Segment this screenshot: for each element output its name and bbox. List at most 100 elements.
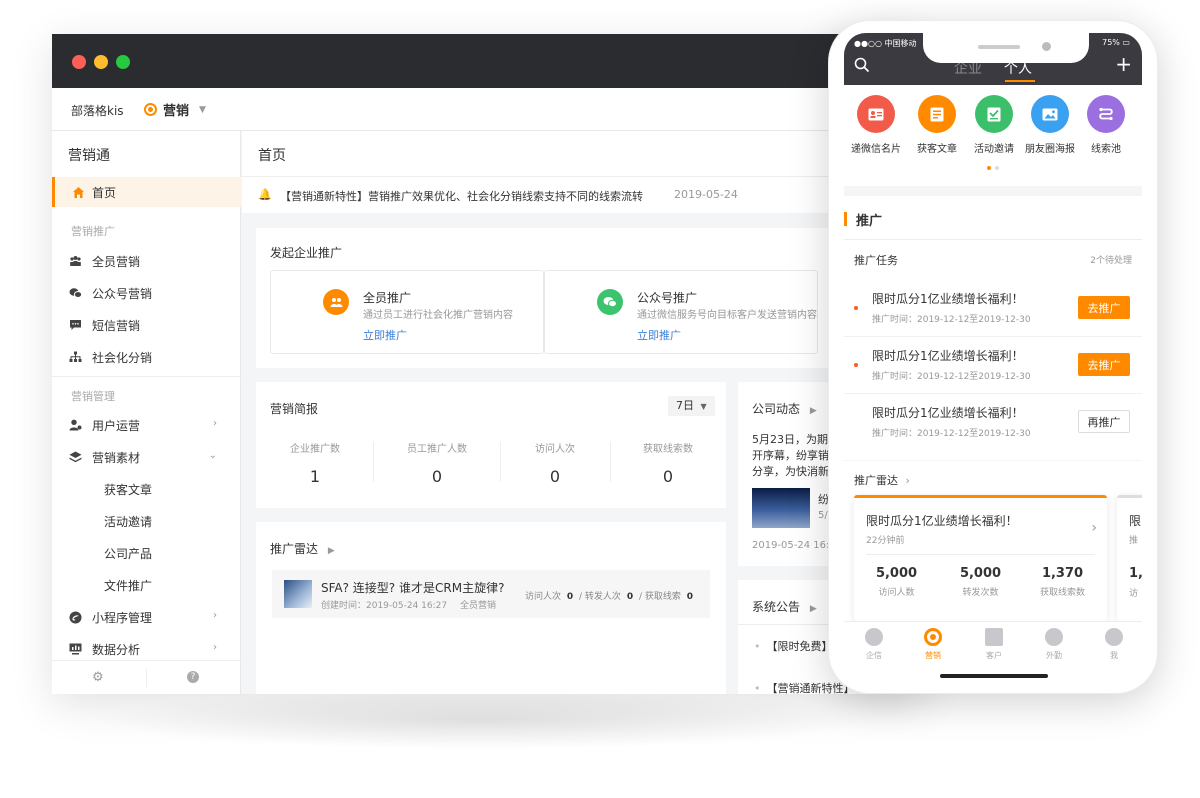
radar-title: 推广雷达 [270, 542, 319, 556]
radar-item-metrics: 访问人次 0 / 转发人次 0 / 获取线索 0 [525, 592, 693, 602]
check-badge-icon [1045, 628, 1063, 646]
sidebar-item-label: 全员营销 [92, 254, 141, 269]
quick-action-articles[interactable]: 获客文章 [909, 95, 965, 155]
sidebar-item-home[interactable]: 首页 [52, 177, 241, 207]
add-icon[interactable]: + [1115, 52, 1132, 76]
radar-card[interactable]: 限时瓜分1亿业绩增长福利！ 22分钟前 › 5,000 访问人数 5,000 转… [854, 495, 1107, 621]
footer-divider [146, 669, 147, 687]
battery-percent: 75% [1102, 38, 1120, 47]
people-icon [68, 254, 82, 268]
task-time: 推广时间：2019-12-12至2019-12-30 [872, 315, 1031, 325]
quick-action-label: 递微信名片 [851, 144, 901, 155]
sidebar-item-user-ops[interactable]: 用户运营 › [52, 410, 241, 440]
app-header: 部落格kis 营销 ▼ [52, 88, 922, 131]
sidebar-item-sms[interactable]: 短信营销 [52, 310, 241, 340]
sidebar-item-label: 短信营销 [92, 318, 141, 333]
promotion-header: 推广 [844, 196, 1142, 240]
radar-peek-label: 访 [1129, 589, 1139, 599]
promote-now-link[interactable]: 立即推广 [363, 327, 407, 343]
promo-card-all-staff[interactable]: 全员推广 通过员工进行社会化推广营销内容 立即推广 [270, 270, 544, 354]
invitation-icon [975, 95, 1013, 133]
radar-peek-value: 1,( [1129, 566, 1142, 581]
sidebar-footer: ⚙ ? [52, 660, 241, 694]
minimize-window-button[interactable] [94, 55, 108, 69]
quick-action-lead-pool[interactable]: 线索池 [1078, 95, 1134, 155]
message-icon [68, 318, 82, 332]
sidebar-item-distribution[interactable]: 社会化分销 [52, 342, 241, 372]
sidebar-subitem-files[interactable]: 文件推广 [52, 570, 241, 600]
task-item[interactable]: 限时瓜分1亿业绩增长福利！ 推广时间：2019-12-12至2019-12-30… [844, 280, 1142, 337]
news-excerpt[interactable]: 5月23日，为期2 开序幕，纷享销 分享，为快消新 [752, 432, 835, 480]
go-promote-button[interactable]: 去推广 [1078, 296, 1130, 319]
sidebar-subitem-products[interactable]: 公司产品 [52, 538, 241, 568]
maximize-window-button[interactable] [116, 55, 130, 69]
quick-action-poster[interactable]: 朋友圈海报 [1022, 95, 1078, 155]
task-title: 限时瓜分1亿业绩增长福利！ [872, 406, 1024, 420]
marketing-report-card: 营销简报 7日 ▼ 企业推广数 1 员工推广人数 0 访问人次 0 获取线索数 … [256, 382, 726, 508]
caret-down-icon: ▼ [199, 104, 206, 115]
task-item[interactable]: 限时瓜分1亿业绩增长福利！ 推广时间：2019-12-12至2019-12-30… [844, 394, 1142, 451]
image-icon [1031, 95, 1069, 133]
tabbar-item-customers[interactable]: 客户 [974, 628, 1014, 661]
quick-action-wechat-card[interactable]: 递微信名片 [848, 95, 904, 155]
radar-item[interactable]: SFA? 连接型? 谁才是CRM主旋律? 创建时间：2019-05-24 16:… [272, 570, 710, 618]
sidebar-section-promo: 营销推广 [71, 225, 115, 238]
close-window-button[interactable] [72, 55, 86, 69]
announce-item[interactable]: • 【限时免费】 [754, 638, 833, 654]
bell-icon: 🔔 [258, 188, 272, 201]
sidebar-subitem-invitations[interactable]: 活动邀请 [52, 506, 241, 536]
news-line: 分享，为快消新 [752, 465, 829, 478]
search-icon[interactable] [854, 57, 870, 77]
news-item-date-short: 5/ [818, 510, 828, 521]
go-promote-button[interactable]: 去推广 [1078, 353, 1130, 376]
radar-header[interactable]: 推广雷达 › [854, 472, 910, 488]
phone-tab-bar: 企信 营销 客户 外勤 我 [844, 621, 1142, 683]
sidebar-item-label: 公司产品 [104, 546, 153, 561]
news-thumbnail [752, 488, 810, 528]
sidebar-item-all-staff[interactable]: 全员营销 [52, 246, 241, 276]
sidebar-item-label: 活动邀请 [104, 514, 153, 529]
metric-label: 获取线索 [644, 592, 681, 602]
quick-action-invitation[interactable]: 活动邀请 [966, 95, 1022, 155]
sidebar-item-label: 用户运营 [92, 418, 141, 433]
stat-staff-promoters: 员工推广人数 0 [378, 440, 496, 486]
metric-visits: 0 [566, 592, 574, 602]
notice-date: 2019-05-24 [674, 188, 738, 201]
promo-card-official-account[interactable]: 公众号推广 通过微信服务号向目标客户发送营销内容 立即推广 [544, 270, 818, 354]
building-icon [985, 628, 1003, 646]
tabbar-label: 企信 [866, 651, 882, 660]
task-item[interactable]: 限时瓜分1亿业绩增长福利！ 推广时间：2019-12-12至2019-12-30… [844, 337, 1142, 394]
home-icon [71, 185, 85, 199]
tabbar-item-messages[interactable]: 企信 [854, 628, 894, 661]
card-title: 发起企业推广 [270, 246, 343, 260]
org-tree-icon [68, 350, 82, 364]
radar-peek-title: 限 [1129, 514, 1142, 528]
settings-gear-icon[interactable]: ⚙ [92, 670, 104, 685]
chevron-right-icon: › [213, 610, 217, 621]
radar-card-peek[interactable]: 限 推 1,( 访 [1117, 495, 1142, 621]
tabbar-item-me[interactable]: 我 [1094, 628, 1134, 661]
speaker-grille [978, 45, 1020, 49]
sidebar-item-miniprogram[interactable]: 小程序管理 › [52, 602, 241, 632]
sidebar-subitem-articles[interactable]: 获客文章 [52, 474, 241, 504]
chevron-right-icon: › [213, 418, 217, 429]
promote-now-link[interactable]: 立即推广 [637, 327, 681, 343]
module-switcher[interactable]: 营销 ▼ [144, 100, 206, 119]
sidebar-item-official-account[interactable]: 公众号营销 [52, 278, 241, 308]
wechat-icon [597, 289, 623, 315]
radar-stat: 5,000 转发次数 [938, 566, 1023, 598]
stat-leads: 获取线索数 0 [609, 440, 727, 486]
sidebar-item-materials[interactable]: 营销素材 ⌄ [52, 442, 241, 472]
range-select[interactable]: 7日 ▼ [668, 396, 715, 416]
tabbar-item-marketing[interactable]: 营销 [913, 628, 953, 661]
notice-bar[interactable]: 🔔 【营销通新特性】营销推广效果优化、社会化分销线索支持不同的线索流转 2019… [242, 177, 922, 213]
task-title: 限时瓜分1亿业绩增长福利！ [872, 292, 1024, 306]
help-icon[interactable]: ? [187, 671, 199, 683]
tabbar-item-field[interactable]: 外勤 [1034, 628, 1074, 661]
quick-action-label: 朋友圈海报 [1025, 144, 1075, 155]
announce-title: 系统公告 [752, 600, 801, 614]
promote-again-button[interactable]: 再推广 [1078, 410, 1130, 433]
announce-item[interactable]: • 【营销通新特性】 [754, 680, 855, 694]
tabbar-label: 我 [1110, 651, 1118, 660]
stat-label: 企业推广数 [290, 444, 340, 455]
